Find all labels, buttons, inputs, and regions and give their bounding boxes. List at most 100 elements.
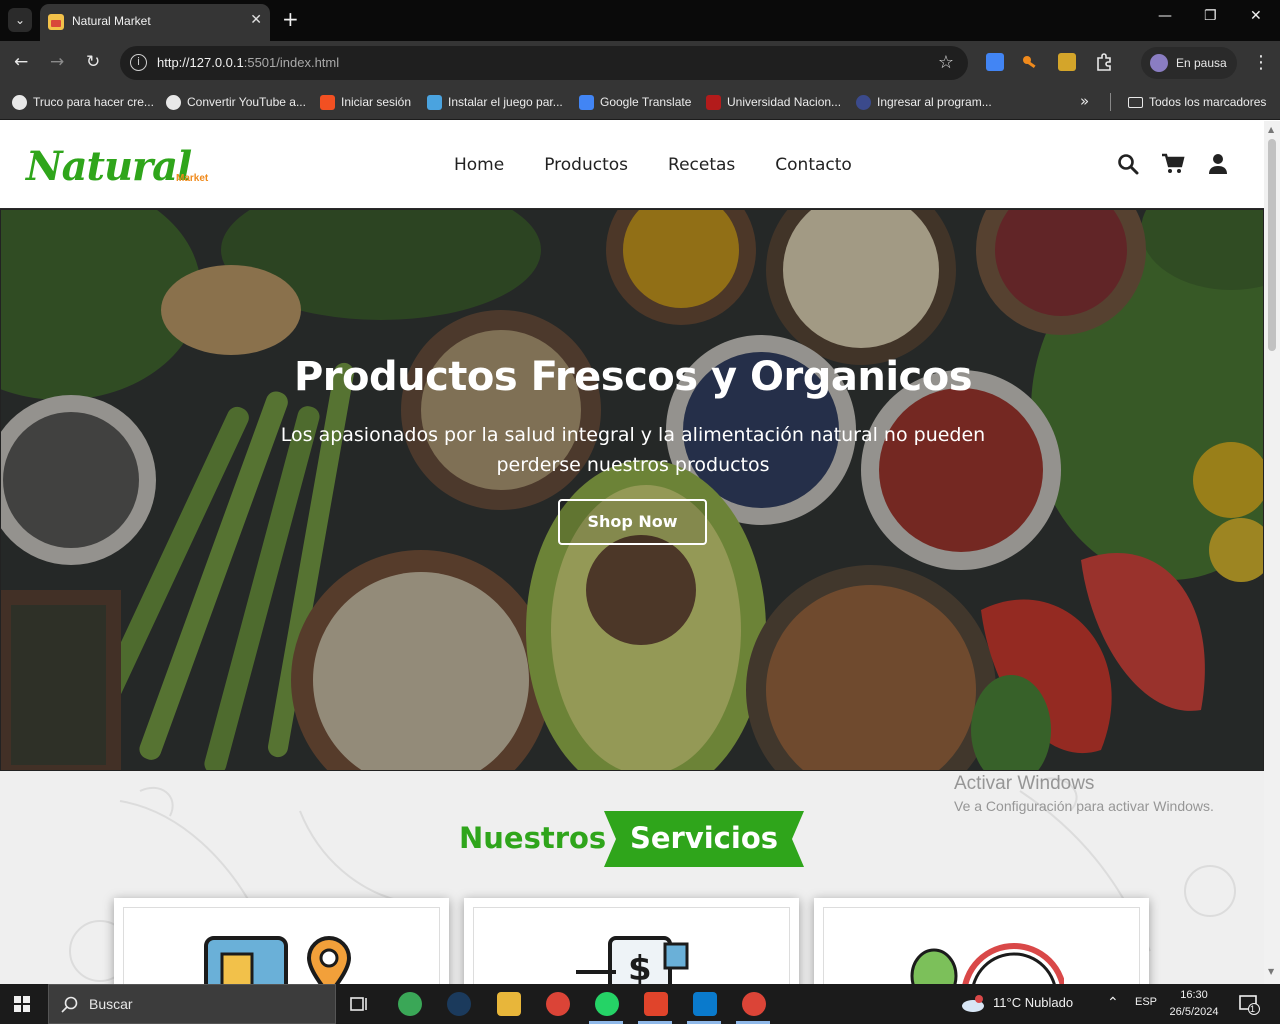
tray-expand-icon[interactable]: ⌃ (1107, 994, 1119, 1011)
services-title-second: Servicios (629, 821, 779, 855)
avatar (1150, 54, 1168, 72)
tab-title: Natural Market (72, 14, 151, 28)
svg-text:$: $ (628, 949, 652, 984)
windows-start-icon[interactable] (14, 996, 30, 1012)
google-translate-icon (579, 94, 594, 110)
nav-productos[interactable]: Productos (544, 155, 628, 175)
reload-icon[interactable]: ↻ (86, 52, 100, 72)
shop-now-button[interactable]: Shop Now (558, 499, 707, 545)
service-card-frame (123, 907, 440, 984)
hero-overlay (1, 210, 1263, 770)
back-icon[interactable]: ← (14, 52, 28, 72)
bookmark-star-icon[interactable]: ☆ (938, 52, 954, 73)
bookmark-label: Convertir YouTube a... (187, 95, 306, 109)
hero-title: Productos Frescos y Organicos (293, 354, 973, 400)
clock-time: 16:30 (1180, 989, 1208, 1001)
close-tab-icon[interactable]: ✕ (250, 12, 262, 28)
browser-menu-icon[interactable]: ⋮ (1252, 52, 1270, 73)
forward-icon[interactable]: → (50, 52, 64, 72)
site-info-icon[interactable]: i (130, 54, 147, 71)
key-extension-icon[interactable] (1021, 53, 1039, 71)
profile-button[interactable]: En pausa (1141, 47, 1237, 79)
profile-status-label: En pausa (1176, 56, 1227, 70)
notifications-icon[interactable] (1238, 993, 1260, 1015)
restore-window-icon[interactable]: ❐ (1204, 8, 1217, 24)
task-view-icon[interactable] (348, 992, 372, 1016)
microsoft-icon (320, 94, 335, 110)
clock-date: 26/5/2024 (1169, 1006, 1219, 1018)
scroll-down-arrow-icon[interactable]: ▼ (1268, 967, 1274, 976)
bookmark-item[interactable]: Truco para hacer cre... (12, 93, 154, 111)
cart-icon[interactable] (1161, 153, 1185, 175)
chrome-active-icon[interactable] (742, 992, 766, 1016)
minimize-window-icon[interactable]: — (1158, 8, 1172, 24)
scroll-thumb[interactable] (1268, 139, 1276, 351)
bookmark-item[interactable]: Instalar el juego par... (427, 93, 563, 111)
fresh-time-icon (910, 943, 1064, 984)
weather-cloud-icon[interactable] (960, 994, 986, 1014)
steam-icon[interactable] (447, 992, 471, 1016)
bookmark-item[interactable]: Universidad Nacion... (706, 93, 841, 111)
hero-banner: Productos Frescos y Organicos Los apasio… (0, 209, 1264, 771)
bookmark-item[interactable]: Iniciar sesión (320, 93, 411, 111)
payment-icon: $ (576, 936, 689, 984)
nav-recetas[interactable]: Recetas (668, 155, 735, 175)
browser-tab[interactable]: Natural Market ✕ (40, 4, 270, 41)
translate-extension-icon[interactable] (986, 53, 1004, 71)
main-nav: Home Productos Recetas Contacto (454, 155, 852, 175)
university-icon (706, 94, 721, 110)
services-title-first: Nuestros (459, 821, 607, 855)
bookmark-label: Universidad Nacion... (727, 95, 842, 109)
new-tab-button[interactable]: + (282, 8, 299, 30)
service-card[interactable] (814, 898, 1149, 984)
service-card[interactable]: $ (464, 898, 799, 984)
activate-windows-title: Activar Windows (954, 773, 1095, 794)
bookmark-item[interactable]: Google Translate (579, 93, 691, 111)
all-bookmarks-button[interactable]: Todos los marcadores (1128, 93, 1266, 111)
file-explorer-icon[interactable] (497, 992, 521, 1016)
game-icon (427, 94, 442, 110)
bookmarks-divider (1110, 93, 1111, 111)
search-icon (61, 996, 78, 1013)
bookmark-item[interactable]: Convertir YouTube a... (166, 93, 306, 111)
tab-search-button[interactable]: ⌄ (8, 8, 32, 32)
service-card-frame (823, 907, 1140, 984)
chrome-icon[interactable] (546, 992, 570, 1016)
bookmarks-bar: Truco para hacer cre... Convertir YouTub… (0, 85, 1280, 120)
extensions-puzzle-icon[interactable] (1095, 53, 1113, 71)
brave-icon[interactable] (644, 992, 668, 1016)
address-bar[interactable]: i http://127.0.0.1:5501/index.html ☆ (120, 46, 968, 80)
browser-tab-bar: ⌄ Natural Market ✕ + — ❐ ✕ (0, 0, 1280, 41)
taskbar-search[interactable]: Buscar (48, 984, 336, 1024)
more-bookmarks-icon[interactable]: » (1080, 92, 1089, 110)
close-window-icon[interactable]: ✕ (1250, 8, 1262, 24)
search-icon[interactable] (1117, 153, 1139, 175)
chrome-profile-app-icon[interactable] (398, 992, 422, 1016)
vscode-icon[interactable] (693, 992, 717, 1016)
bookmark-label: Iniciar sesión (341, 95, 412, 109)
service-card-frame: $ (473, 907, 790, 984)
scroll-up-arrow-icon[interactable]: ▲ (1268, 125, 1274, 134)
wallet-extension-icon[interactable] (1058, 53, 1076, 71)
whatsapp-icon[interactable] (595, 992, 619, 1016)
address-url[interactable]: http://127.0.0.1:5501/index.html (157, 55, 339, 70)
page-scrollbar[interactable]: ▲ ▼ (1264, 121, 1280, 984)
delivery-app-icon (204, 936, 352, 984)
nav-home[interactable]: Home (454, 155, 504, 175)
all-bookmarks-label: Todos los marcadores (1149, 95, 1267, 109)
bookmark-item[interactable]: Ingresar al program... (856, 93, 992, 111)
user-icon[interactable] (1207, 153, 1229, 175)
notification-count: 1 (1250, 1004, 1256, 1014)
browser-toolbar: ← → ↻ i http://127.0.0.1:5501/index.html… (0, 41, 1280, 85)
activate-windows-subtitle: Ve a Configuración para activar Windows. (954, 798, 1214, 814)
weather-readout[interactable]: 11°C Nublado (993, 995, 1073, 1010)
folder-icon (1128, 96, 1143, 108)
nav-contacto[interactable]: Contacto (775, 155, 852, 175)
taskbar-clock[interactable]: 16:30 26/5/2024 (1166, 987, 1222, 1021)
site-logo-sub: Market (176, 173, 209, 184)
language-indicator[interactable]: ESP (1135, 996, 1157, 1008)
site-logo[interactable]: Natural (26, 143, 192, 190)
globe-icon (12, 94, 27, 110)
page-viewport: Natural Market Home Productos Recetas Co… (0, 121, 1264, 984)
service-card[interactable] (114, 898, 449, 984)
